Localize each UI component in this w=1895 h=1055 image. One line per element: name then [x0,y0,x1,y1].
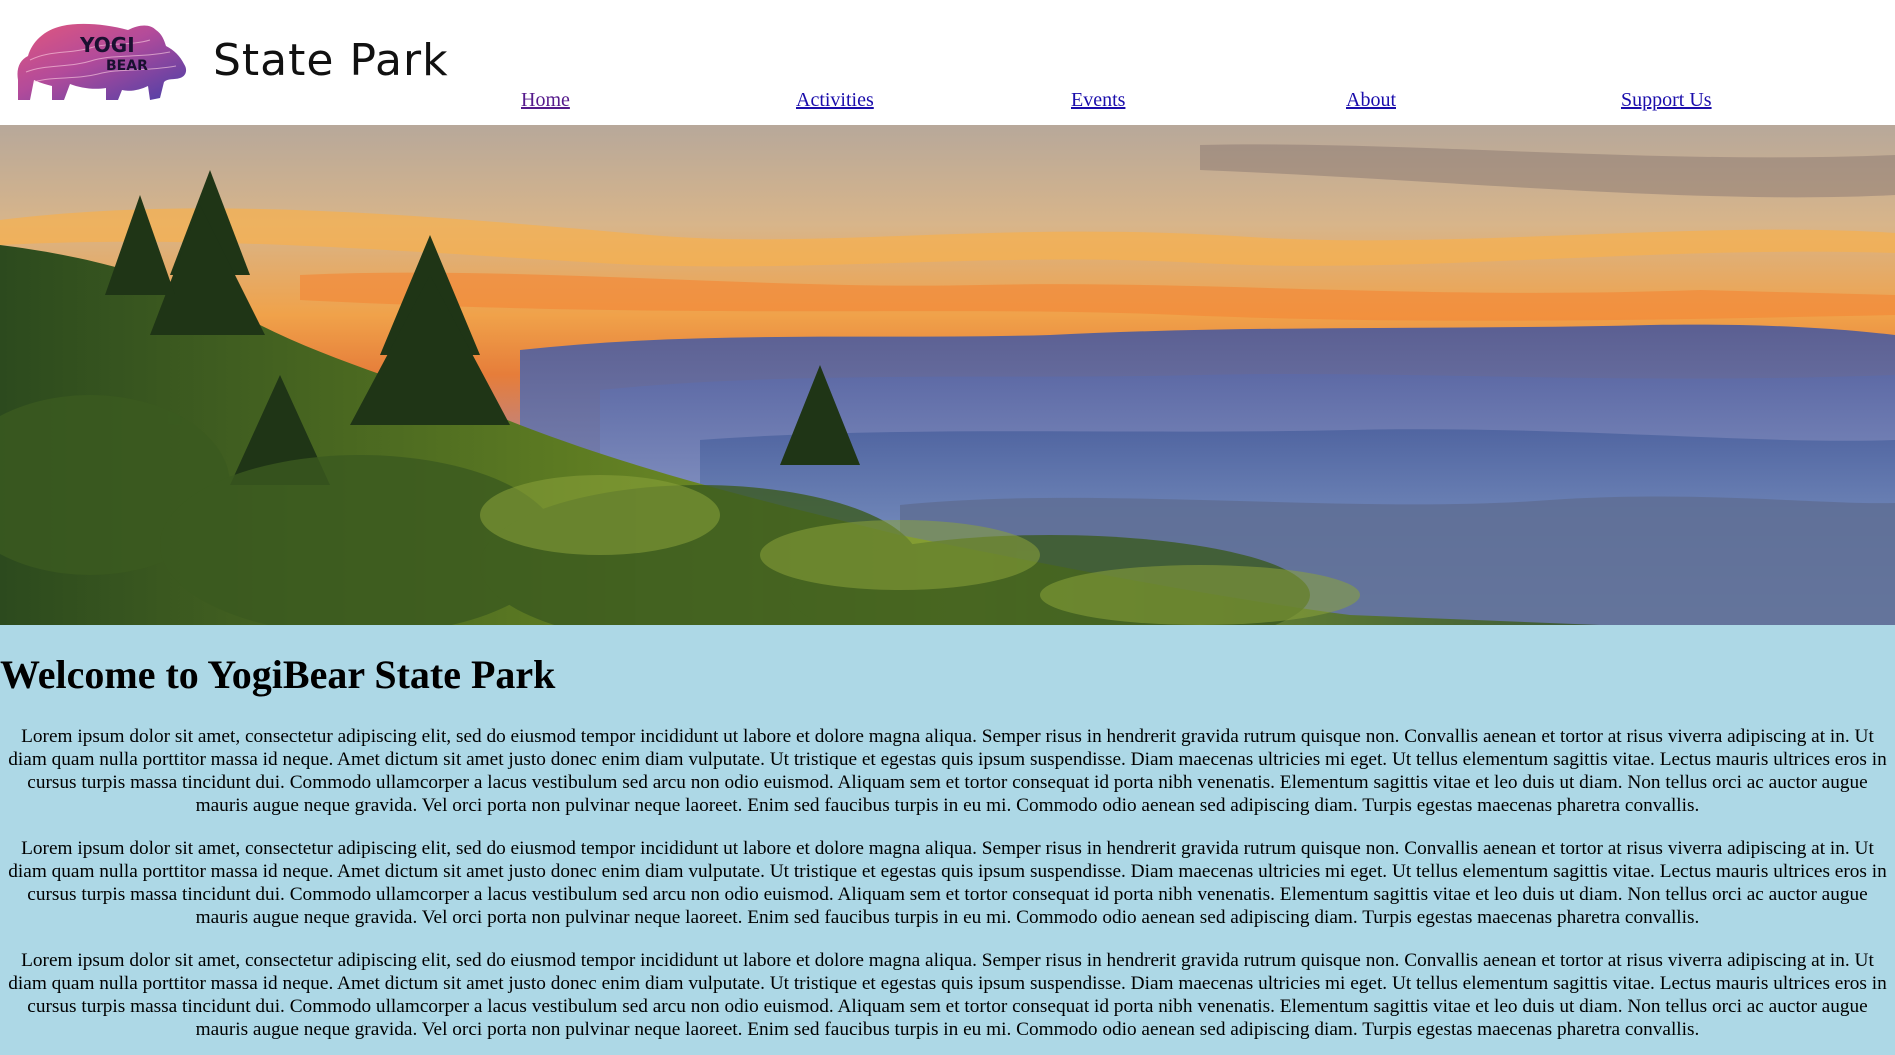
intro-paragraph-2: Lorem ipsum dolor sit amet, consectetur … [8,838,1887,928]
intro-paragraph-3: Lorem ipsum dolor sit amet, consectetur … [8,950,1887,1040]
nav-link-about[interactable]: About [1346,88,1396,112]
site-title: State Park [213,35,449,86]
main-content: Welcome to YogiBear State Park Lorem ips… [0,625,1895,1055]
hero-image [0,125,1895,625]
site-header: YOGI BEAR State Park Home Activities Eve… [0,0,1895,125]
yogi-bear-logo[interactable]: YOGI BEAR [10,20,192,104]
logo-text-bear: BEAR [106,58,148,74]
nav-link-home[interactable]: Home [521,88,570,112]
nav-link-support-us[interactable]: Support Us [1621,88,1712,112]
intro-paragraph-1: Lorem ipsum dolor sit amet, consectetur … [8,726,1887,816]
nav-link-activities[interactable]: Activities [796,88,874,112]
logo-text-yogi: YOGI [79,33,135,57]
mountain-sunset-photo [0,125,1895,625]
nav-link-events[interactable]: Events [1071,88,1125,112]
page-heading: Welcome to YogiBear State Park [0,652,556,697]
